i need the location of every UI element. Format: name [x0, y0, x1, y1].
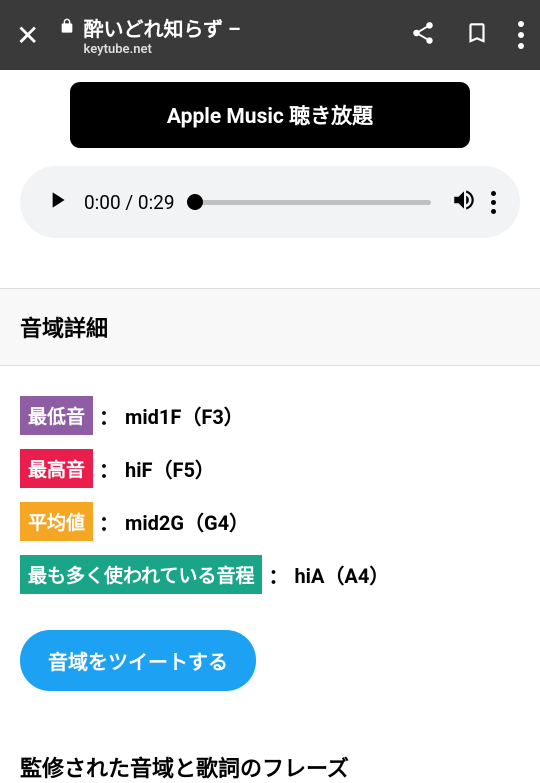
title-container: 酔いどれ知らず – keytube.net [59, 13, 390, 57]
volume-icon[interactable] [451, 187, 477, 217]
apple-music-button[interactable]: Apple Music 聴き放題 [70, 82, 470, 148]
value-highest: hiF（F5） [125, 454, 215, 483]
share-icon[interactable] [410, 20, 436, 50]
value-most-used: hiA（A4） [294, 560, 389, 589]
range-lowest: 最低音 ： mid1F（F3） [20, 396, 520, 435]
badge-lowest: 最低音 [20, 396, 93, 435]
badge-average: 平均値 [20, 502, 93, 541]
player-menu-icon[interactable] [491, 191, 496, 214]
time-display: 0:00 / 0:29 [84, 191, 175, 214]
page-title: 酔いどれ知らず – [83, 13, 240, 42]
bottom-heading: 監修された音域と歌詞のフレーズ [20, 751, 520, 783]
bookmark-icon[interactable] [464, 20, 490, 50]
page-url: keytube.net [83, 42, 390, 57]
range-highest: 最高音 ： hiF（F5） [20, 449, 520, 488]
range-average: 平均値 ： mid2G（G4） [20, 502, 520, 541]
progress-handle[interactable] [187, 194, 203, 210]
tweet-button[interactable]: 音域をツイートする [20, 630, 256, 691]
menu-icon[interactable] [518, 21, 524, 49]
range-most-used: 最も多く使われている音程 ： hiA（A4） [20, 555, 520, 594]
badge-highest: 最高音 [20, 449, 93, 488]
play-icon[interactable] [44, 187, 70, 217]
current-time: 0:00 [84, 191, 121, 214]
value-average: mid2G（G4） [125, 507, 249, 536]
duration: 0:29 [138, 191, 175, 214]
value-lowest: mid1F（F3） [125, 401, 244, 430]
badge-most-used: 最も多く使われている音程 [20, 555, 262, 594]
audio-player: 0:00 / 0:29 [20, 166, 520, 238]
lock-icon [59, 18, 75, 38]
close-icon[interactable]: ✕ [16, 19, 39, 52]
section-header: 音域詳細 [0, 288, 540, 366]
browser-bar: ✕ 酔いどれ知らず – keytube.net [0, 0, 540, 70]
progress-bar[interactable] [195, 200, 431, 205]
